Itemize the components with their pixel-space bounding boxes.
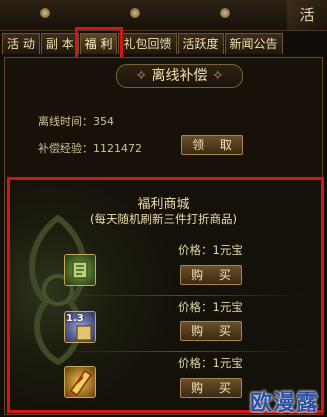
- tab-news[interactable]: 新闻公告: [224, 33, 283, 54]
- buy-button[interactable]: 购 买: [180, 378, 242, 398]
- ornament-icon: ✧: [207, 68, 224, 84]
- tab-dungeon[interactable]: 副 本: [40, 33, 79, 54]
- window-corner-label: 活: [287, 0, 327, 30]
- multiplier-scroll-icon[interactable]: 1.3: [64, 311, 96, 343]
- tab-bar: 活 动 副 本 福 利 礼包回馈 活跃度 新闻公告: [2, 33, 284, 55]
- offline-title-text: 离线补偿: [151, 68, 208, 84]
- item-price: 价格：1元宝: [178, 243, 243, 257]
- tab-activity-level[interactable]: 活跃度: [177, 33, 224, 54]
- shop-title: 福利商城: [137, 197, 190, 212]
- ornament-icon: ✧: [135, 68, 152, 84]
- rivet-icon: [40, 8, 50, 18]
- rivet-icon: [220, 8, 230, 18]
- green-scroll-icon[interactable]: [64, 254, 96, 286]
- item-divider: [56, 351, 306, 352]
- tab-activities[interactable]: 活 动: [2, 33, 40, 54]
- tab-gift-rewards[interactable]: 礼包回馈: [118, 33, 177, 54]
- offline-compensation-title: ✧ 离线补偿 ✧: [116, 64, 243, 88]
- shop-subtitle: (每天随机刷新三件打折商品): [90, 212, 237, 226]
- window-title-bar: 活: [0, 0, 327, 31]
- scroll-glyph-icon: [72, 261, 88, 279]
- tab-welfare[interactable]: 福 利: [79, 33, 118, 54]
- golden-talisman-icon[interactable]: [64, 366, 96, 398]
- rivet-icon: [130, 8, 140, 18]
- site-watermark: 欧漫露: [250, 391, 320, 416]
- multiplier-badge: 1.3: [66, 313, 84, 324]
- compensation-exp: 补偿经验：1121472: [38, 142, 142, 155]
- claim-button[interactable]: 领 取: [181, 135, 243, 155]
- item-divider: [56, 295, 306, 296]
- item-price: 价格：1元宝: [178, 356, 243, 370]
- offline-time: 离线时间：354: [38, 115, 114, 128]
- talisman-glyph-icon: [69, 369, 93, 397]
- buy-button[interactable]: 购 买: [180, 265, 242, 285]
- buy-button[interactable]: 购 买: [180, 321, 242, 341]
- item-price: 价格：1元宝: [178, 300, 243, 314]
- dragon-emblem-icon: [29, 214, 87, 366]
